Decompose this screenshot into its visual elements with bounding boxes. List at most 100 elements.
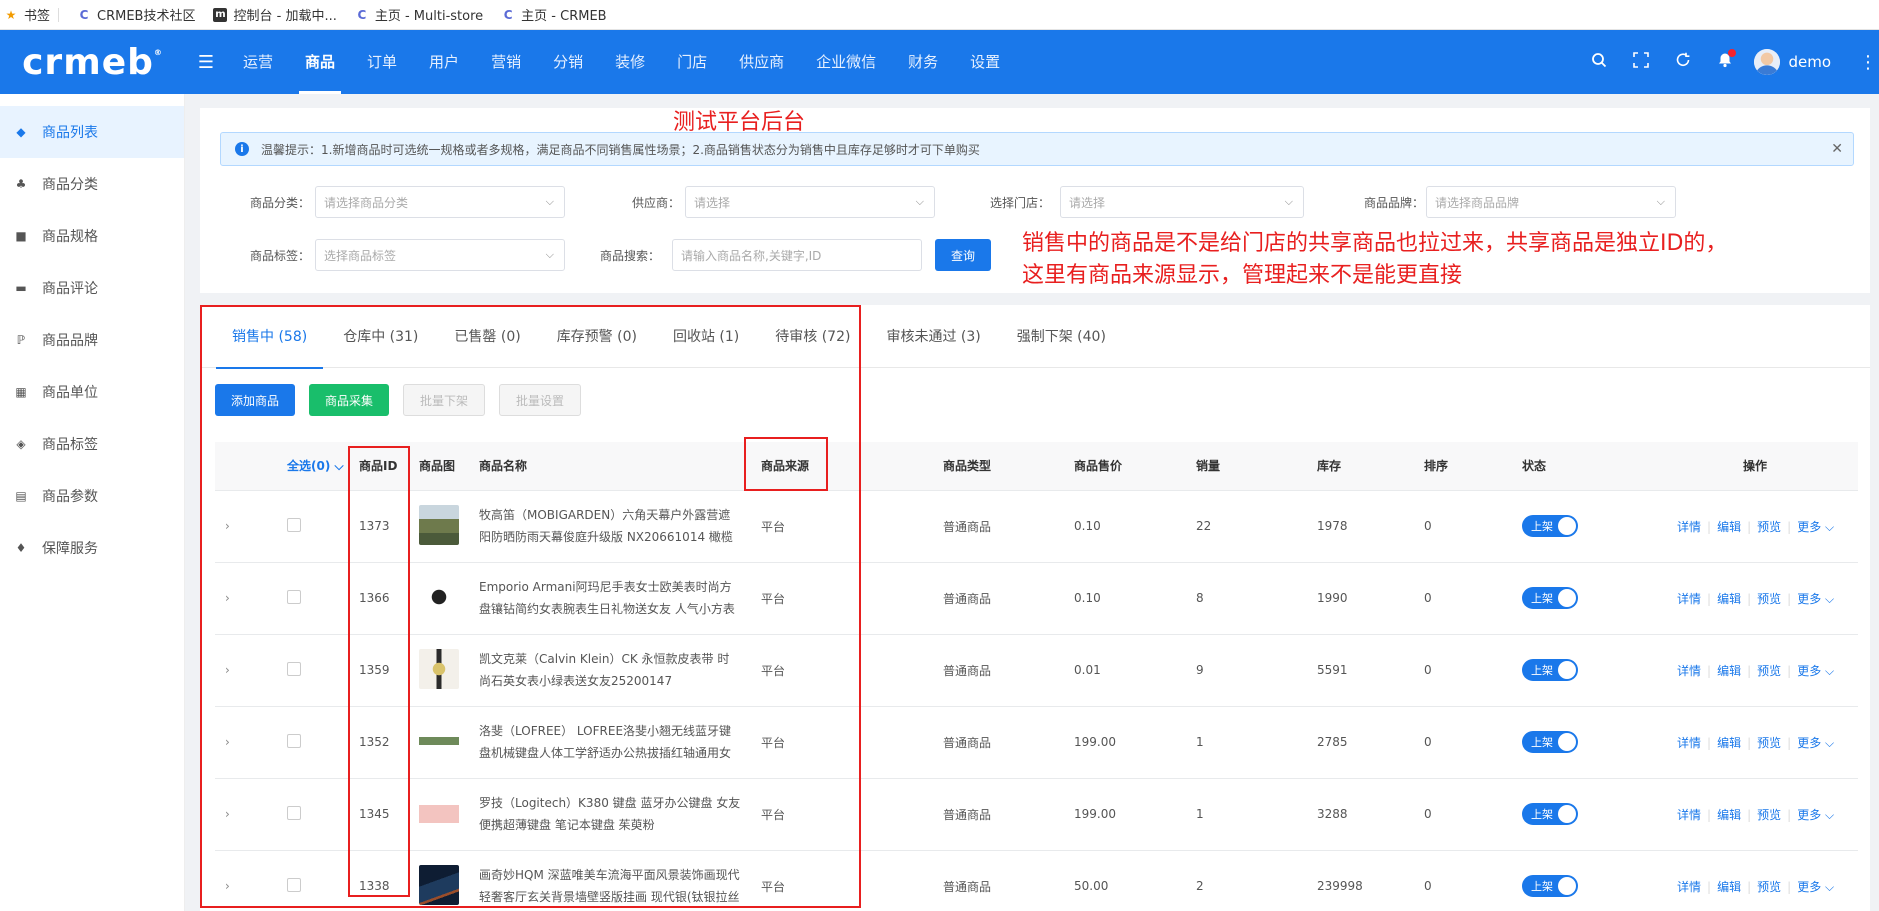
fullscreen-icon[interactable] [1620, 51, 1662, 73]
nav-item-decoration[interactable]: 装修 [599, 30, 661, 94]
sidebar-item-product-comments[interactable]: ▬ 商品评论 [0, 262, 184, 314]
sidebar-item-product-brand[interactable]: ℙ 商品品牌 [0, 314, 184, 366]
detail-link[interactable]: 详情 [1677, 520, 1701, 534]
preview-link[interactable]: 预览 [1757, 592, 1781, 606]
sidebar-item-product-category[interactable]: ♣ 商品分类 [0, 158, 184, 210]
edit-link[interactable]: 编辑 [1717, 808, 1741, 822]
store-select[interactable]: 请选择 ⌵ [1060, 186, 1304, 218]
bookmark-console[interactable]: m 控制台 - 加载中... [213, 5, 337, 24]
preview-link[interactable]: 预览 [1757, 520, 1781, 534]
preview-link[interactable]: 预览 [1757, 880, 1781, 894]
edit-link[interactable]: 编辑 [1717, 664, 1741, 678]
sidebar-item-product-unit[interactable]: ▦ 商品单位 [0, 366, 184, 418]
sidebar-item-product-spec[interactable]: ■ 商品规格 [0, 210, 184, 262]
preview-link[interactable]: 预览 [1757, 736, 1781, 750]
row-checkbox[interactable] [287, 517, 301, 532]
sidebar-item-product-tag[interactable]: ◈ 商品标签 [0, 418, 184, 470]
batch-settings-button[interactable]: 批量设置 [499, 384, 582, 416]
add-product-button[interactable]: 添加商品 [215, 384, 296, 416]
bookmark-folder[interactable]: ★ 书签 [4, 5, 60, 24]
product-thumbnail[interactable] [419, 504, 459, 545]
product-thumbnail[interactable] [419, 576, 459, 617]
search-input[interactable]: 请输入商品名称,关键字,ID [672, 239, 922, 271]
nav-item-distribution[interactable]: 分销 [537, 30, 599, 94]
row-checkbox[interactable] [287, 805, 301, 820]
status-toggle[interactable]: 上架 [1522, 875, 1578, 897]
product-thumbnail[interactable] [419, 648, 459, 689]
tab-in-warehouse[interactable]: 仓库中 (31) [327, 305, 434, 368]
refresh-icon[interactable] [1662, 52, 1704, 73]
row-checkbox[interactable] [287, 661, 301, 676]
tab-stock-warning[interactable]: 库存预警 (0) [541, 305, 653, 368]
sidebar-item-guarantee[interactable]: ♦ 保障服务 [0, 522, 184, 574]
status-toggle[interactable]: 上架 [1522, 659, 1578, 681]
menu-toggle-icon[interactable]: ☰ [185, 52, 227, 73]
row-checkbox[interactable] [287, 733, 301, 748]
nav-item-operations[interactable]: 运营 [227, 30, 289, 94]
product-thumbnail[interactable] [419, 720, 459, 761]
batch-off-shelf-button[interactable]: 批量下架 [403, 384, 486, 416]
nav-item-marketing[interactable]: 营销 [475, 30, 537, 94]
status-toggle[interactable]: 上架 [1522, 587, 1578, 609]
nav-item-finance[interactable]: 财务 [892, 30, 954, 94]
row-checkbox[interactable] [287, 589, 301, 604]
category-select[interactable]: 请选择商品分类 ⌵ [315, 186, 565, 218]
detail-link[interactable]: 详情 [1677, 592, 1701, 606]
nav-item-settings[interactable]: 设置 [954, 30, 1016, 94]
bookmark-multistore[interactable]: C 主页 - Multi-store [355, 5, 483, 25]
status-toggle[interactable]: 上架 [1522, 731, 1578, 753]
detail-link[interactable]: 详情 [1677, 880, 1701, 894]
tab-on-sale[interactable]: 销售中 (58) [216, 305, 324, 369]
more-vertical-icon[interactable]: ⋮ [1859, 52, 1879, 73]
select-all-toggle[interactable]: 全选(0) ⌵ [257, 442, 349, 491]
product-thumbnail[interactable] [419, 792, 459, 833]
status-toggle[interactable]: 上架 [1522, 515, 1578, 537]
edit-link[interactable]: 编辑 [1717, 736, 1741, 750]
more-dropdown[interactable]: 更多 ⌵ [1797, 880, 1834, 894]
tag-select[interactable]: 选择商品标签 ⌵ [315, 239, 565, 271]
detail-link[interactable]: 详情 [1677, 664, 1701, 678]
edit-link[interactable]: 编辑 [1717, 592, 1741, 606]
brand-select[interactable]: 请选择商品品牌 ⌵ [1426, 186, 1676, 218]
bookmark-crmeb-community[interactable]: C CRMEB技术社区 [77, 5, 196, 25]
tab-review-rejected[interactable]: 审核未通过 (3) [870, 305, 996, 368]
search-icon[interactable] [1578, 52, 1620, 73]
nav-item-suppliers[interactable]: 供应商 [723, 30, 800, 94]
sidebar-item-product-params[interactable]: ▤ 商品参数 [0, 470, 184, 522]
edit-link[interactable]: 编辑 [1717, 880, 1741, 894]
row-expand[interactable]: › [215, 634, 257, 707]
more-dropdown[interactable]: 更多 ⌵ [1797, 592, 1834, 606]
more-dropdown[interactable]: 更多 ⌵ [1797, 808, 1834, 822]
row-checkbox[interactable] [287, 877, 301, 892]
tab-recycle-bin[interactable]: 回收站 (1) [657, 305, 755, 368]
avatar[interactable] [1754, 49, 1781, 75]
edit-link[interactable]: 编辑 [1717, 520, 1741, 534]
product-thumbnail[interactable] [419, 864, 459, 905]
bookmark-crmeb-home[interactable]: C 主页 - CRMEB [501, 5, 607, 25]
tab-sold-out[interactable]: 已售罄 (0) [438, 305, 536, 368]
bell-icon[interactable] [1704, 48, 1746, 73]
query-button[interactable]: 查询 [935, 239, 991, 271]
preview-link[interactable]: 预览 [1757, 808, 1781, 822]
nav-item-wecom[interactable]: 企业微信 [800, 30, 892, 94]
row-expand[interactable]: › [215, 562, 257, 635]
collect-product-button[interactable]: 商品采集 [309, 384, 390, 416]
row-expand[interactable]: › [215, 778, 257, 851]
more-dropdown[interactable]: 更多 ⌵ [1797, 736, 1834, 750]
more-dropdown[interactable]: 更多 ⌵ [1797, 664, 1834, 678]
tab-pending-review[interactable]: 待审核 (72) [759, 305, 866, 368]
nav-item-stores[interactable]: 门店 [661, 30, 723, 94]
detail-link[interactable]: 详情 [1677, 736, 1701, 750]
nav-item-orders[interactable]: 订单 [351, 30, 413, 94]
row-expand[interactable]: › [215, 490, 257, 563]
row-expand[interactable]: › [215, 850, 257, 911]
preview-link[interactable]: 预览 [1757, 664, 1781, 678]
crmeb-logo[interactable]: crmeb ® [0, 30, 185, 94]
more-dropdown[interactable]: 更多 ⌵ [1797, 520, 1834, 534]
row-expand[interactable]: › [215, 706, 257, 779]
nav-item-products[interactable]: 商品 [289, 30, 351, 94]
supplier-select[interactable]: 请选择 ⌵ [685, 186, 935, 218]
sidebar-item-product-list[interactable]: ◆ 商品列表 [0, 106, 184, 158]
tab-forced-off[interactable]: 强制下架 (40) [1001, 305, 1122, 368]
close-icon[interactable]: ✕ [1831, 141, 1843, 157]
